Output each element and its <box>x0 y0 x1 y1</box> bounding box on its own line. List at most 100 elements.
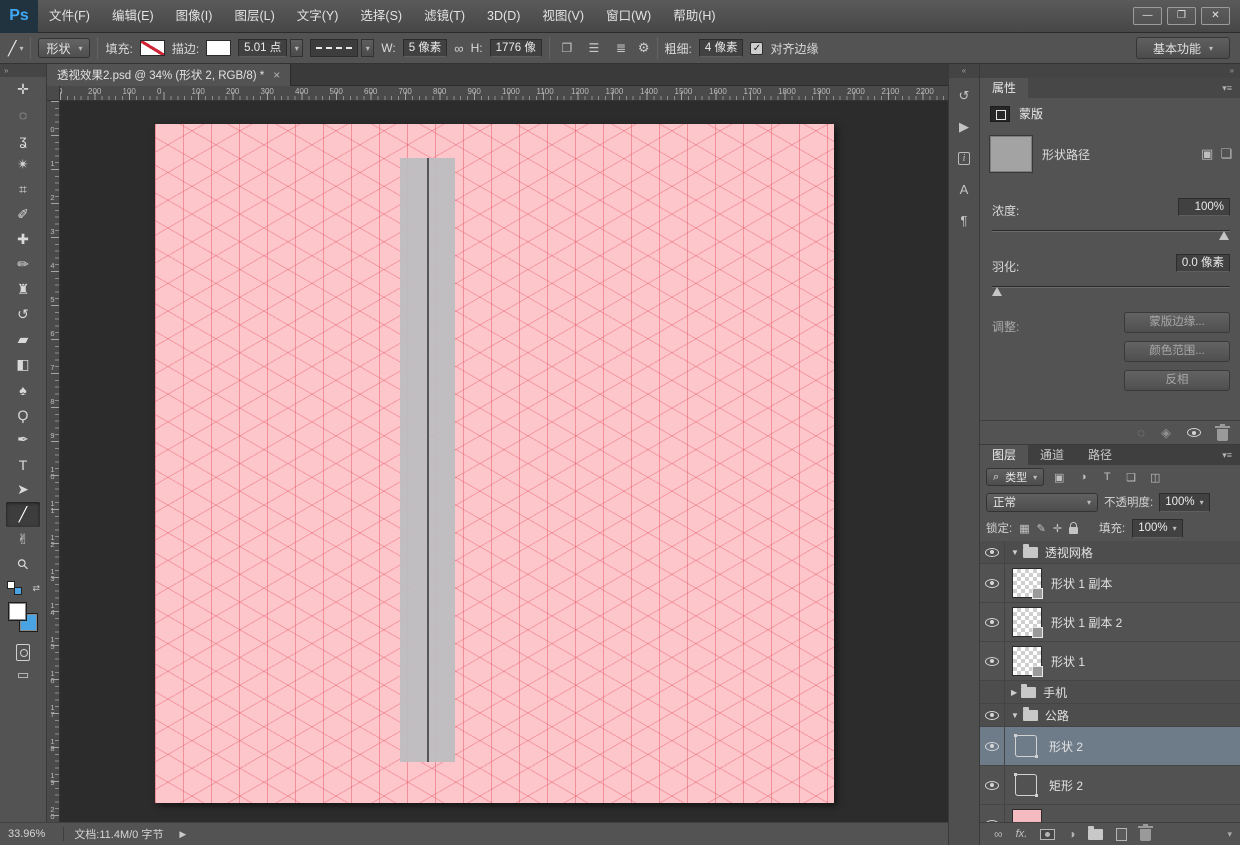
hand-tool[interactable]: ✌ <box>6 527 40 552</box>
foreground-color-swatch[interactable] <box>8 602 27 621</box>
road-shape[interactable] <box>400 158 455 762</box>
status-expand-arrow[interactable]: ▶ <box>173 829 192 840</box>
new-layer-icon[interactable] <box>1116 827 1128 841</box>
lasso-tool[interactable]: ʓ <box>6 127 40 152</box>
dodge-tool[interactable]: Ϙ <box>6 402 40 427</box>
screen-mode-button[interactable]: ▭ <box>17 667 29 683</box>
tab-paths[interactable]: 路径 <box>1076 445 1125 465</box>
load-selection-icon[interactable]: ◌ <box>1137 425 1145 440</box>
tool-mode-select[interactable]: 形状 ▾ <box>38 38 91 58</box>
twisty-open-icon[interactable]: ▼ <box>1011 548 1019 557</box>
vector-mask-icon[interactable]: ❏ <box>1220 146 1232 162</box>
link-layers-icon[interactable]: ∞ <box>994 827 1003 841</box>
density-field[interactable]: 100% <box>1178 198 1230 216</box>
history-brush-tool[interactable]: ↺ <box>6 302 40 327</box>
panel-menu-icon[interactable]: ▾≡ <box>1222 450 1240 461</box>
menu-item-8[interactable]: 3D(D) <box>476 0 531 33</box>
document-tab[interactable]: 透视效果2.psd @ 34% (形状 2, RGB/8) * × <box>47 64 292 86</box>
layer-row[interactable] <box>980 805 1240 822</box>
path-selection-tool[interactable]: ➤ <box>6 477 40 502</box>
horizontal-ruler[interactable]: 0020010001002003004005006007008009001000… <box>60 86 948 101</box>
layer-thumbnail[interactable] <box>1014 773 1038 797</box>
invert-button[interactable]: 反相 <box>1124 370 1230 391</box>
filter-type-select[interactable]: ⌕ 类型 ▾ <box>986 468 1045 486</box>
add-layer-mask-icon[interactable] <box>1040 828 1056 840</box>
lock-position-icon[interactable]: ✛ <box>1053 522 1062 535</box>
filter-pixel-layers-icon[interactable]: ▣ <box>1050 468 1068 486</box>
panel-dock-collapse-toggle[interactable]: » <box>980 64 1240 78</box>
menu-item-1[interactable]: 文件(F) <box>38 0 101 33</box>
layer-visibility-toggle[interactable] <box>980 541 1005 563</box>
shape-width-field[interactable]: 5 像素 <box>402 39 448 57</box>
color-range-button[interactable]: 颜色范围... <box>1124 341 1230 362</box>
maximize-button[interactable]: ❐ <box>1167 7 1196 25</box>
density-slider-thumb[interactable] <box>1219 231 1229 240</box>
gear-icon[interactable]: ⚙ <box>638 40 650 56</box>
workspace-switcher[interactable]: 基本功能 ▾ <box>1135 37 1230 59</box>
menu-item-7[interactable]: 滤镜(T) <box>413 0 476 33</box>
zoom-level-field[interactable]: 33.96% <box>0 828 53 840</box>
feather-field[interactable]: 0.0 像素 <box>1175 254 1230 272</box>
swap-colors-icon[interactable]: ⇄ <box>32 583 40 594</box>
canvas[interactable] <box>155 124 834 803</box>
quick-mask-button[interactable] <box>16 644 30 661</box>
zoom-tool[interactable]: ⚲ <box>6 552 40 577</box>
mask-enable-eye-icon[interactable] <box>1187 428 1201 437</box>
character-panel-icon[interactable]: A <box>951 176 977 202</box>
eyedropper-tool[interactable]: ✐ <box>6 202 40 227</box>
link-dimensions-icon[interactable]: ∞ <box>454 41 463 56</box>
layer-thumbnail[interactable] <box>1012 568 1043 599</box>
new-group-icon[interactable] <box>1088 825 1104 840</box>
gradient-tool[interactable]: ◧ <box>6 352 40 377</box>
brush-tool[interactable]: ✏ <box>6 252 40 277</box>
menu-item-4[interactable]: 图层(L) <box>223 0 285 33</box>
filter-type-layers-icon[interactable]: T <box>1098 468 1116 486</box>
info-panel-icon[interactable]: i <box>951 145 977 171</box>
layer-row[interactable]: 形状 1 副本 2 <box>980 603 1240 642</box>
layer-visibility-toggle[interactable] <box>980 805 1005 822</box>
healing-brush-tool[interactable]: ✚ <box>6 227 40 252</box>
default-colors-icon[interactable] <box>7 581 22 595</box>
layer-row[interactable]: 矩形 2 <box>980 766 1240 805</box>
stroke-type-preview[interactable] <box>310 39 359 57</box>
menu-item-10[interactable]: 窗口(W) <box>595 0 662 33</box>
actions-panel-icon[interactable]: ▶ <box>951 114 977 140</box>
layer-group-row[interactable]: ▶ 手机 <box>980 681 1240 704</box>
lock-all-icon[interactable] <box>1069 522 1079 534</box>
tool-preset-picker[interactable]: ╱ ▾ <box>8 40 23 57</box>
menu-item-9[interactable]: 视图(V) <box>531 0 595 33</box>
density-slider[interactable] <box>992 230 1230 240</box>
fill-color-swatch[interactable] <box>139 40 165 56</box>
stroke-width-dropdown[interactable]: ▾ <box>290 39 304 57</box>
lock-pixels-icon[interactable]: ✎ <box>1037 522 1046 535</box>
layer-thumbnail[interactable] <box>1014 734 1038 758</box>
path-arrangement-button[interactable]: ≣ <box>611 38 631 58</box>
filter-smart-objects-icon[interactable]: ◫ <box>1146 468 1164 486</box>
feather-slider[interactable] <box>992 286 1230 296</box>
move-tool[interactable]: ✛ <box>6 77 40 102</box>
type-tool[interactable]: T <box>6 452 40 477</box>
stroke-color-swatch[interactable] <box>206 40 232 56</box>
marquee-tool[interactable]: ◌ <box>6 102 40 127</box>
shape-height-field[interactable]: 1776 像 <box>489 39 542 57</box>
apply-mask-icon[interactable]: ◈ <box>1161 425 1171 441</box>
tab-layers[interactable]: 图层 <box>980 445 1029 465</box>
filter-adjustment-layers-icon[interactable]: ◑ <box>1074 468 1092 486</box>
crop-tool[interactable]: ⌗ <box>6 177 40 202</box>
filter-shape-layers-icon[interactable]: ❏ <box>1122 468 1140 486</box>
adjustment-layer-icon[interactable]: ◑ <box>1068 827 1075 841</box>
tab-channels[interactable]: 通道 <box>1028 445 1077 465</box>
layer-visibility-toggle[interactable] <box>980 704 1005 726</box>
tab-properties[interactable]: 属性 <box>980 78 1029 98</box>
menu-item-3[interactable]: 图像(I) <box>165 0 224 33</box>
opacity-field[interactable]: 100% ▾ <box>1159 492 1210 512</box>
layer-visibility-toggle[interactable] <box>980 603 1005 641</box>
layer-thumbnail[interactable] <box>1012 646 1043 677</box>
stroke-width-field[interactable]: 5.01 点 <box>238 39 288 57</box>
layer-row[interactable]: 形状 1 副本 <box>980 564 1240 603</box>
paragraph-panel-icon[interactable]: ¶ <box>951 207 977 233</box>
stroke-type-dropdown[interactable]: ▾ <box>361 39 375 57</box>
vertical-ruler[interactable]: 0 1 2 3 4 5 6 7 8 9 10 11 12 13 14 15 16 17 18 19 20 <box>47 101 60 822</box>
layer-style-icon[interactable]: fx. <box>1016 828 1028 840</box>
layer-group-row[interactable]: ▼ 公路 <box>980 704 1240 727</box>
